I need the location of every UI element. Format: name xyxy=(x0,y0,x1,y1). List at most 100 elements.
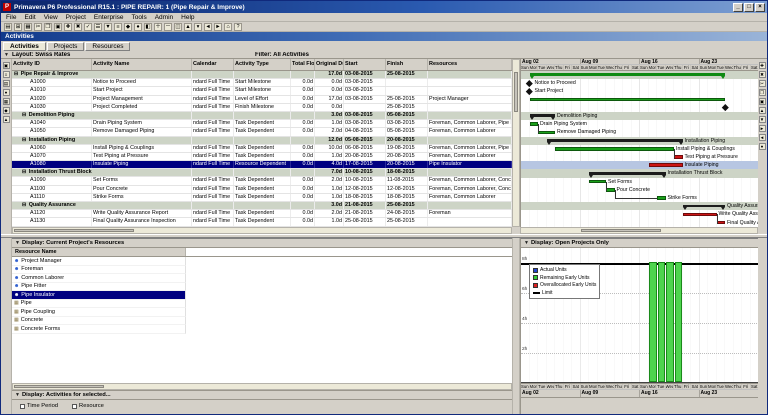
open-icon[interactable]: ⊞ xyxy=(14,23,22,31)
collapse-icon[interactable]: ▾ xyxy=(194,23,202,31)
wbs-view-icon[interactable]: ≡ xyxy=(3,71,10,78)
print-icon[interactable]: ▦ xyxy=(24,23,32,31)
layout-section[interactable]: ▼ Layout: Swiss Rates xyxy=(4,52,252,58)
reports-view-icon[interactable]: ▦ xyxy=(3,98,10,105)
cut-icon[interactable]: ✂ xyxy=(34,23,42,31)
checkbox[interactable] xyxy=(72,404,77,409)
filters-icon[interactable]: ▼ xyxy=(104,23,112,31)
columns-icon[interactable]: ☰ xyxy=(94,23,102,31)
histogram-timescale-days[interactable]: SunMonTueWedThuFriSatSunMonTueWedThuFriS… xyxy=(521,383,758,390)
table-horizontal-scrollbar[interactable] xyxy=(12,227,512,234)
gantt-bar[interactable] xyxy=(683,213,717,217)
display-activities-header[interactable]: ▼ Display: Activities for selected... xyxy=(12,391,512,400)
gantt-bar[interactable] xyxy=(555,147,674,151)
column-header-id[interactable]: Activity ID xyxy=(12,59,92,70)
schedule-icon[interactable]: ✓ xyxy=(84,23,92,31)
gantt-bar[interactable] xyxy=(657,196,666,200)
table-row[interactable]: ⊟ Quality Assurance3.0d21-08-201525-08-2… xyxy=(12,202,512,210)
histogram-bar[interactable] xyxy=(675,262,683,382)
zoom-in-icon[interactable]: ＋ xyxy=(154,23,162,31)
checkbox[interactable] xyxy=(20,404,25,409)
menu-item-project[interactable]: Project xyxy=(66,14,86,21)
gantt-summary-bar[interactable] xyxy=(547,139,683,142)
resource-row[interactable]: ☻Project Manager xyxy=(12,257,186,266)
zoom-out-icon[interactable]: － xyxy=(164,23,172,31)
resource-row[interactable]: ▦Concrete Forms xyxy=(12,325,186,334)
table-row[interactable]: A1060Install Piping & Couplingsndard Ful… xyxy=(12,145,512,153)
resource-panel-header[interactable]: ▼ Display: Current Project's Resources xyxy=(12,239,512,248)
menu-item-help[interactable]: Help xyxy=(181,14,194,21)
resources-icon[interactable]: ● xyxy=(134,23,142,31)
histogram-bar[interactable] xyxy=(658,262,666,382)
projects-view-icon[interactable]: ▣ xyxy=(3,62,10,69)
column-header-type[interactable]: Activity Type xyxy=(234,59,291,70)
menu-item-tools[interactable]: Tools xyxy=(132,14,147,21)
timescale-icon[interactable]: ◫ xyxy=(174,23,182,31)
table-row[interactable]: ⊟ Installation Thrust Block7.0d10-08-201… xyxy=(12,169,512,177)
histogram-bar[interactable] xyxy=(649,262,657,382)
table-row[interactable]: ⊟ Installation Piping12.0d05-08-201520-0… xyxy=(12,137,512,145)
table-row[interactable]: A1110Strike Formsndard Full TimeTask Dep… xyxy=(12,194,512,202)
cut-row-icon[interactable]: ✂ xyxy=(759,80,766,87)
copy-icon[interactable]: ❐ xyxy=(44,23,52,31)
back-icon[interactable]: ◄ xyxy=(204,23,212,31)
copy-row-icon[interactable]: ❐ xyxy=(759,89,766,96)
column-header-calendar[interactable]: Calendar xyxy=(192,59,234,70)
tracking-view-icon[interactable]: ◆ xyxy=(3,107,10,114)
table-row[interactable]: A1020Project Managementndard Full TimeLe… xyxy=(12,96,512,104)
resource-row[interactable]: ☻Pipe Fitter xyxy=(12,283,186,292)
forward-icon[interactable]: ► xyxy=(214,23,222,31)
activities-view-icon[interactable]: ▤ xyxy=(3,80,10,87)
collapse-icon[interactable]: ⊟ xyxy=(14,71,18,77)
paste-icon[interactable]: ▣ xyxy=(54,23,62,31)
resource-row[interactable]: ☻Pipe Insulator xyxy=(12,291,186,300)
move-down-icon[interactable]: ▼ xyxy=(759,116,766,123)
gantt-bar[interactable] xyxy=(530,98,726,102)
menu-item-admin[interactable]: Admin xyxy=(155,14,173,21)
close-button[interactable]: × xyxy=(755,3,765,12)
gantt-milestone[interactable] xyxy=(526,88,532,94)
delete-activity-icon[interactable]: ✖ xyxy=(759,71,766,78)
gantt-bar[interactable] xyxy=(530,122,539,126)
table-vertical-scrollbar[interactable] xyxy=(512,59,520,227)
paste-row-icon[interactable]: ▣ xyxy=(759,98,766,105)
gantt-bar[interactable] xyxy=(538,131,555,135)
menu-item-file[interactable]: File xyxy=(6,14,16,21)
gantt-bar[interactable] xyxy=(649,163,683,167)
table-row[interactable]: ⊟ Demolition Piping3.0d03-08-201505-08-2… xyxy=(12,112,512,120)
table-row[interactable]: A1000Notice to Proceedndard Full TimeSta… xyxy=(12,79,512,87)
delete-icon[interactable]: ✖ xyxy=(74,23,82,31)
risks-view-icon[interactable]: ▲ xyxy=(3,116,10,123)
new-icon[interactable]: ▤ xyxy=(4,23,12,31)
add-icon[interactable]: ✚ xyxy=(64,23,72,31)
assignments-view-icon[interactable]: ● xyxy=(3,89,10,96)
gantt-summary-bar[interactable] xyxy=(530,114,556,117)
table-row[interactable]: A1040Drain Piping Systemndard Full TimeT… xyxy=(12,120,512,128)
move-up-icon[interactable]: ▲ xyxy=(759,107,766,114)
expand-icon[interactable]: ▲ xyxy=(184,23,192,31)
column-header-float[interactable]: Total Float xyxy=(291,59,315,70)
collapse-icon[interactable]: ⊟ xyxy=(22,169,26,175)
table-row[interactable]: A1070Test Piping at Pressurendard Full T… xyxy=(12,153,512,161)
gantt-bar[interactable] xyxy=(589,180,606,184)
column-header-name[interactable]: Activity Name xyxy=(92,59,192,70)
column-header-finish[interactable]: Finish xyxy=(386,59,428,70)
tab-resources[interactable]: Resources xyxy=(85,42,130,51)
gantt-summary-bar[interactable] xyxy=(683,205,726,208)
minimize-button[interactable]: _ xyxy=(733,3,743,12)
table-row[interactable]: ⊟ Pipe Repair & Improve17.0d03-08-201525… xyxy=(12,71,512,79)
indent-icon[interactable]: ► xyxy=(759,125,766,132)
menu-item-view[interactable]: View xyxy=(44,14,58,21)
collapse-icon[interactable]: ⊟ xyxy=(22,202,26,208)
table-row[interactable]: A1130Final Quality Assurance Inspectionn… xyxy=(12,218,512,226)
gantt-milestone[interactable] xyxy=(526,80,532,86)
help-icon[interactable]: ? xyxy=(234,23,242,31)
scrollbar-thumb[interactable] xyxy=(514,72,518,112)
resource-row[interactable]: ☻Common Laborer xyxy=(12,274,186,283)
column-header-start[interactable]: Start xyxy=(344,59,386,70)
gantt-bar[interactable] xyxy=(674,155,683,159)
table-row[interactable]: A1100Pour Concretendard Full TimeTask De… xyxy=(12,186,512,194)
progress-icon[interactable]: ◧ xyxy=(144,23,152,31)
group-sort-icon[interactable]: ≡ xyxy=(114,23,122,31)
column-header-resources[interactable]: Resources xyxy=(428,59,512,70)
